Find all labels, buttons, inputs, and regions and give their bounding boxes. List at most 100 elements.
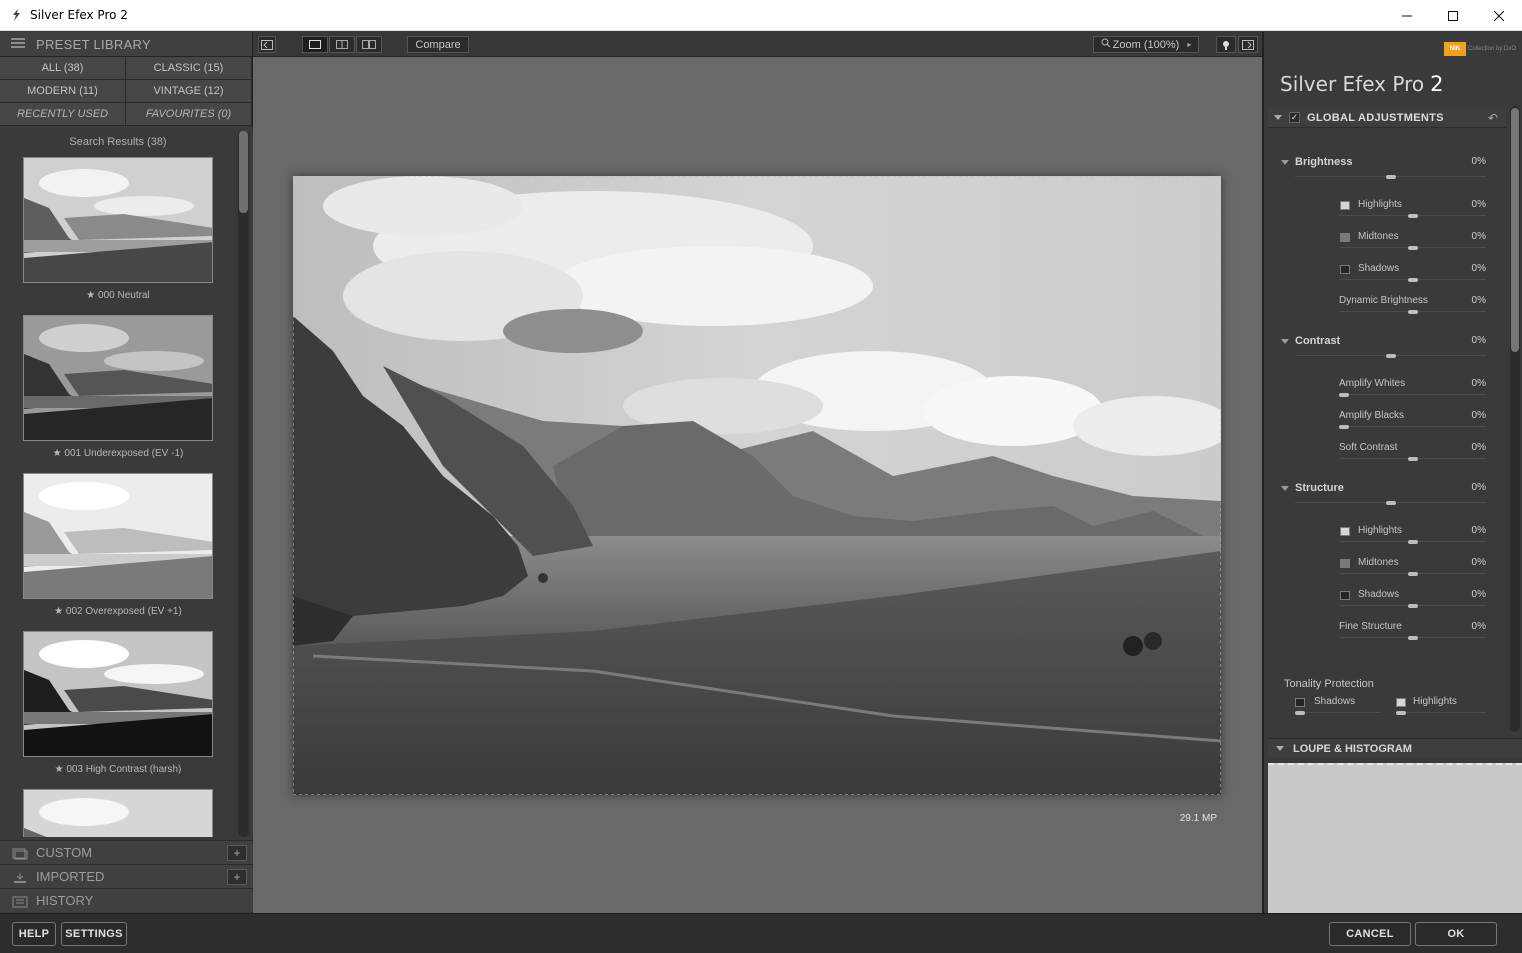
side-by-side-button[interactable] xyxy=(356,36,382,53)
fine-structure-knob[interactable] xyxy=(1408,636,1418,640)
preset-item[interactable]: ★ 000 Neutral xyxy=(23,157,213,301)
import-icon xyxy=(12,871,28,883)
add-imported-button[interactable]: + xyxy=(227,869,247,885)
undo-icon[interactable]: ↶ xyxy=(1488,111,1498,125)
hide-controls-button[interactable] xyxy=(1238,36,1258,53)
minimize-button[interactable] xyxy=(1384,0,1430,31)
global-adjustments-header[interactable]: ✓ GLOBAL ADJUSTMENTS ↶ xyxy=(1268,108,1506,128)
add-custom-button[interactable]: + xyxy=(227,845,247,861)
nik-brand: NIK Collection by DxO xyxy=(1443,42,1516,56)
single-view-button[interactable] xyxy=(302,36,328,53)
preset-item[interactable]: ★ 002 Overexposed (EV +1) xyxy=(23,473,213,617)
product-title: Silver Efex Pro 2 xyxy=(1280,72,1443,96)
close-button[interactable] xyxy=(1476,0,1522,31)
amplify-whites-slider[interactable] xyxy=(1339,394,1486,395)
structure-row[interactable]: Structure 0% xyxy=(1268,482,1506,496)
hide-browser-button[interactable] xyxy=(258,36,276,53)
structure-knob[interactable] xyxy=(1386,501,1396,505)
loupe-view[interactable] xyxy=(1268,763,1522,913)
maximize-button[interactable] xyxy=(1430,0,1476,31)
category-classic[interactable]: CLASSIC (15) xyxy=(126,57,252,80)
structure-midtones-knob[interactable] xyxy=(1408,572,1418,576)
fine-structure-row[interactable]: Fine Structure 0% xyxy=(1268,621,1506,635)
dynamic-brightness-knob[interactable] xyxy=(1408,310,1418,314)
global-adjustments-checkbox[interactable]: ✓ xyxy=(1289,112,1300,123)
brightness-highlights-knob[interactable] xyxy=(1408,214,1418,218)
background-light-button[interactable] xyxy=(1216,36,1236,53)
preset-thumbnail[interactable] xyxy=(23,473,213,599)
structure-midtones-row[interactable]: Midtones 0% xyxy=(1268,557,1506,571)
contrast-label: Contrast xyxy=(1295,335,1341,347)
image-canvas[interactable]: 29.1 MP xyxy=(253,57,1262,913)
imported-section[interactable]: IMPORTED + xyxy=(0,864,253,888)
structure-highlights-row[interactable]: Highlights 0% xyxy=(1268,525,1506,539)
preview-image[interactable] xyxy=(292,175,1233,796)
structure-shadows-row[interactable]: Shadows 0% xyxy=(1268,589,1506,603)
loupe-histogram-label: LOUPE & HISTOGRAM xyxy=(1293,742,1412,755)
split-view-button[interactable] xyxy=(329,36,355,53)
tonality-highlights-knob[interactable] xyxy=(1396,711,1406,715)
history-section[interactable]: HISTORY xyxy=(0,888,253,912)
compare-button[interactable]: Compare xyxy=(407,36,469,53)
tonality-shadows-label: Shadows xyxy=(1314,696,1356,707)
contrast-arrow-icon[interactable] xyxy=(1281,339,1289,344)
tonality-shadows-knob[interactable] xyxy=(1295,711,1305,715)
brightness-shadows-row[interactable]: Shadows 0% xyxy=(1268,263,1506,277)
amplify-blacks-row[interactable]: Amplify Blacks 0% xyxy=(1268,410,1506,424)
preset-item[interactable] xyxy=(23,789,213,837)
amplify-whites-row[interactable]: Amplify Whites 0% xyxy=(1268,378,1506,392)
category-vintage[interactable]: VINTAGE (12) xyxy=(126,80,252,103)
loupe-histogram-header[interactable]: LOUPE & HISTOGRAM xyxy=(1268,738,1522,758)
collapse-arrow-icon[interactable] xyxy=(1274,115,1282,120)
help-button[interactable]: HELP xyxy=(12,922,56,946)
brightness-midtones-knob[interactable] xyxy=(1408,246,1418,250)
custom-section[interactable]: CUSTOM + xyxy=(0,840,253,864)
zoom-dropdown[interactable]: Zoom (100%) ▸ xyxy=(1093,36,1199,53)
preset-thumbnail[interactable] xyxy=(23,789,213,837)
loupe-arrow-icon[interactable] xyxy=(1276,746,1284,751)
amplify-blacks-slider[interactable] xyxy=(1339,426,1486,427)
amplify-blacks-knob[interactable] xyxy=(1339,425,1349,429)
preset-label: ★ 000 Neutral xyxy=(86,290,150,301)
preset-scrollbar[interactable] xyxy=(238,131,249,837)
ok-button[interactable]: OK xyxy=(1415,922,1497,946)
contrast-knob[interactable] xyxy=(1386,354,1396,358)
preset-item[interactable]: ★ 001 Underexposed (EV -1) xyxy=(23,315,213,459)
structure-shadows-knob[interactable] xyxy=(1408,604,1418,608)
app-window: Silver Efex Pro 2 PRESET LIBRARY ALL (38… xyxy=(0,0,1522,953)
bottom-bar: HELP SETTINGS CANCEL OK xyxy=(0,913,1522,953)
brightness-knob[interactable] xyxy=(1386,175,1396,179)
custom-label: CUSTOM xyxy=(36,845,93,860)
brightness-shadows-knob[interactable] xyxy=(1408,278,1418,282)
tonality-highlights-row[interactable]: Highlights xyxy=(1368,696,1506,710)
brand-text: Collection by DxO xyxy=(1467,46,1516,52)
preset-item[interactable]: ★ 003 High Contrast (harsh) xyxy=(23,631,213,775)
cancel-button[interactable]: CANCEL xyxy=(1329,922,1411,946)
search-results-label: Search Results (38) xyxy=(69,136,167,148)
preset-library-header[interactable]: PRESET LIBRARY xyxy=(0,32,252,57)
soft-contrast-knob[interactable] xyxy=(1408,457,1418,461)
adjustments-scroll-thumb[interactable] xyxy=(1511,108,1519,352)
contrast-row[interactable]: Contrast 0% xyxy=(1268,335,1506,349)
category-recently-used[interactable]: RECENTLY USED xyxy=(0,103,126,126)
tonality-shadows-slider[interactable] xyxy=(1295,712,1381,713)
structure-highlights-knob[interactable] xyxy=(1408,540,1418,544)
brightness-arrow-icon[interactable] xyxy=(1281,160,1289,165)
preset-thumbnail[interactable] xyxy=(23,157,213,283)
soft-contrast-row[interactable]: Soft Contrast 0% xyxy=(1268,442,1506,456)
settings-button[interactable]: SETTINGS xyxy=(61,922,127,946)
preset-scroll-thumb[interactable] xyxy=(239,131,248,213)
structure-arrow-icon[interactable] xyxy=(1281,486,1289,491)
adjustments-scrollbar[interactable] xyxy=(1510,106,1520,732)
category-favourites[interactable]: FAVOURITES (0) xyxy=(126,103,252,126)
brightness-row[interactable]: Brightness 0% xyxy=(1268,156,1506,170)
preset-thumbnail[interactable] xyxy=(23,315,213,441)
tonality-highlights-slider[interactable] xyxy=(1396,712,1486,713)
preset-thumbnail[interactable] xyxy=(23,631,213,757)
brightness-highlights-row[interactable]: Highlights 0% xyxy=(1268,199,1506,213)
category-all[interactable]: ALL (38) xyxy=(0,57,126,80)
dynamic-brightness-row[interactable]: Dynamic Brightness 0% xyxy=(1268,295,1506,309)
category-modern[interactable]: MODERN (11) xyxy=(0,80,126,103)
amplify-whites-knob[interactable] xyxy=(1339,393,1349,397)
brightness-midtones-row[interactable]: Midtones 0% xyxy=(1268,231,1506,245)
